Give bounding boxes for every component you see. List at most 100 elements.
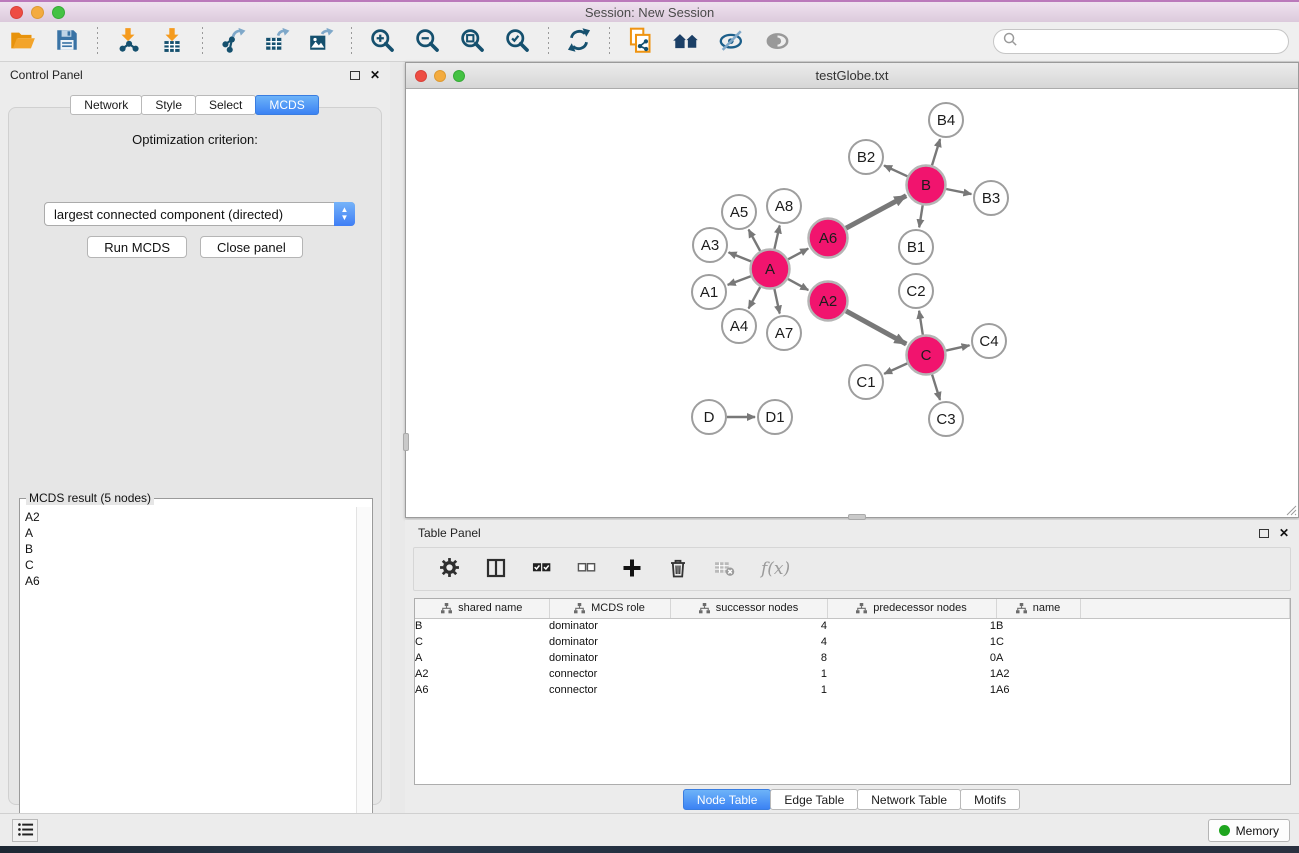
column-header-MCDS-role[interactable]: MCDS role (549, 599, 670, 618)
network-canvas[interactable]: B4B2BB3A5A8A6A3B1AA1C2A2A4A7C4CC1C3DD1 (406, 89, 1298, 517)
column-header-shared-name[interactable]: shared name (415, 599, 549, 618)
tab-node-table[interactable]: Node Table (683, 789, 772, 810)
export-network-button[interactable] (216, 25, 250, 58)
close-panel-icon[interactable]: ✕ (1279, 526, 1289, 540)
table-row[interactable]: A2connector11A2 (415, 666, 1290, 682)
mcds-result-list[interactable]: A2ABCA6 (21, 507, 356, 832)
graph-edge-C-C2[interactable] (919, 311, 923, 335)
column-header-successor-nodes[interactable]: successor nodes (670, 599, 827, 618)
graph-edge-C-C1[interactable] (884, 363, 907, 373)
export-image-button[interactable] (304, 25, 338, 58)
graph-node-A1[interactable]: A1 (692, 275, 726, 309)
graph-edge-B-B3[interactable] (946, 189, 971, 194)
graph-edge-A6-B[interactable] (846, 196, 906, 229)
graph-edge-A-A2[interactable] (788, 279, 808, 290)
search-input[interactable] (1023, 35, 1280, 49)
select-all-button[interactable] (528, 556, 555, 582)
result-list-item[interactable]: B (25, 541, 352, 557)
trash-button[interactable] (664, 556, 692, 583)
graph-node-C1[interactable]: C1 (849, 365, 883, 399)
result-scrollbar[interactable] (356, 507, 371, 832)
graph-edge-A2-C[interactable] (846, 311, 906, 344)
table-row[interactable]: Adominator80A (415, 650, 1290, 666)
open-session-button[interactable] (5, 25, 40, 59)
graph-node-C2[interactable]: C2 (899, 274, 933, 308)
minimize-window-button[interactable] (31, 6, 44, 19)
graph-edge-A-A1[interactable] (728, 276, 751, 285)
tab-network[interactable]: Network (70, 95, 142, 115)
eye-crossed-button[interactable] (714, 24, 750, 59)
add-column-button[interactable] (618, 556, 646, 583)
save-session-button[interactable] (50, 25, 84, 58)
result-list-item[interactable]: A (25, 525, 352, 541)
graph-node-A5[interactable]: A5 (722, 195, 756, 229)
zoom-fit-button[interactable] (455, 25, 490, 59)
zoom-selected-button[interactable] (500, 25, 535, 59)
column-header-name[interactable]: name (996, 599, 1080, 618)
table-row[interactable]: A6connector11A6 (415, 682, 1290, 698)
tab-motifs[interactable]: Motifs (960, 789, 1020, 810)
column-header-predecessor-nodes[interactable]: predecessor nodes (827, 599, 996, 618)
tab-mcds[interactable]: MCDS (255, 95, 318, 115)
graph-node-A7[interactable]: A7 (767, 316, 801, 350)
graph-edge-C-C4[interactable] (946, 345, 970, 350)
graph-node-A8[interactable]: A8 (767, 189, 801, 223)
graph-node-B[interactable]: B (907, 166, 946, 205)
memory-button[interactable]: Memory (1208, 819, 1290, 842)
graph-edge-A-A4[interactable] (749, 287, 761, 308)
table-row[interactable]: Bdominator41B (415, 618, 1290, 634)
graph-node-B1[interactable]: B1 (899, 230, 933, 264)
graph-node-A3[interactable]: A3 (693, 228, 727, 262)
criterion-dropdown[interactable]: largest connected component (directed) ▲… (44, 202, 355, 226)
result-list-item[interactable]: A2 (25, 509, 352, 525)
graph-node-B3[interactable]: B3 (974, 181, 1008, 215)
function-builder-button[interactable]: f(x) (757, 557, 794, 581)
graph-node-D[interactable]: D (692, 400, 726, 434)
graph-edge-A-A8[interactable] (774, 226, 779, 250)
import-network-button[interactable] (111, 25, 145, 58)
graph-node-A[interactable]: A (751, 250, 790, 289)
zoom-in-button[interactable] (365, 25, 400, 59)
graph-edge-A-A3[interactable] (729, 252, 751, 261)
graph-node-C3[interactable]: C3 (929, 402, 963, 436)
close-window-button[interactable] (10, 6, 23, 19)
export-table-button[interactable] (260, 25, 294, 58)
run-mcds-button[interactable]: Run MCDS (87, 236, 187, 258)
refresh-layout-button[interactable] (562, 25, 596, 58)
zoom-network-button[interactable] (453, 70, 465, 82)
clone-network-button[interactable] (623, 25, 658, 59)
graph-node-A6[interactable]: A6 (809, 219, 848, 258)
close-network-button[interactable] (415, 70, 427, 82)
graph-node-A2[interactable]: A2 (809, 282, 848, 321)
houses-button[interactable] (668, 24, 704, 59)
graph-edge-A-A7[interactable] (774, 289, 779, 314)
import-table-button[interactable] (155, 25, 189, 58)
close-panel-icon[interactable]: ✕ (370, 68, 380, 82)
split-columns-button[interactable] (482, 556, 510, 583)
tab-network-table[interactable]: Network Table (857, 789, 961, 810)
graph-edge-A-A5[interactable] (749, 230, 761, 251)
graph-node-D1[interactable]: D1 (758, 400, 792, 434)
gear-button[interactable] (435, 555, 464, 583)
tab-edge-table[interactable]: Edge Table (770, 789, 858, 810)
zoom-window-button[interactable] (52, 6, 65, 19)
graph-edge-C-C3[interactable] (932, 375, 940, 400)
minimize-network-button[interactable] (434, 70, 446, 82)
tab-select[interactable]: Select (195, 95, 256, 115)
task-history-button[interactable] (12, 819, 38, 842)
eye-button[interactable] (760, 25, 795, 59)
tab-style[interactable]: Style (141, 95, 196, 115)
resize-grip-icon[interactable] (1283, 502, 1297, 516)
graph-edge-B-B2[interactable] (884, 166, 907, 177)
table-row[interactable]: Cdominator41C (415, 634, 1290, 650)
delete-table-button[interactable] (710, 555, 739, 583)
network-window-titlebar[interactable]: testGlobe.txt (406, 63, 1298, 89)
float-panel-icon[interactable] (1259, 529, 1269, 538)
graph-edge-A-A6[interactable] (788, 249, 808, 260)
graph-node-A4[interactable]: A4 (722, 309, 756, 343)
graph-edge-B-B1[interactable] (919, 205, 923, 227)
float-panel-icon[interactable] (350, 71, 360, 80)
panel-grip[interactable] (403, 433, 409, 451)
result-list-item[interactable]: A6 (25, 573, 352, 589)
graph-node-C[interactable]: C (907, 336, 946, 375)
